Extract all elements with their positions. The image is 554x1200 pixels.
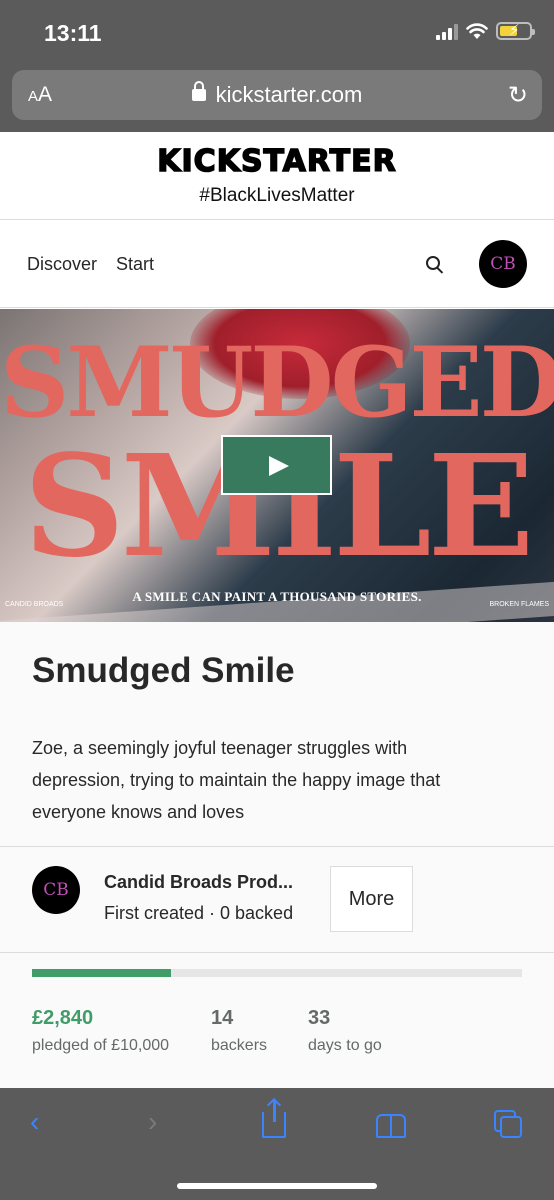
charging-bolt-icon: ⚡ — [509, 22, 520, 39]
hero-tagline: A SMILE CAN PAINT A THOUSAND STORIES. — [132, 589, 422, 604]
url-text: kickstarter.com — [215, 82, 363, 107]
pledged-label: pledged of £10,000 — [32, 1037, 170, 1054]
days-to-go-label: days to go — [308, 1037, 382, 1054]
project-title: Smudged Smile — [32, 651, 295, 690]
web-page: KICKSTARTER #BlackLivesMatter Discover S… — [0, 132, 554, 1088]
project-video-thumbnail[interactable]: SMUDGED SMILE A SMILE CAN PAINT A THOUSA… — [0, 309, 554, 622]
address-bar[interactable]: AA kickstarter.com ↻ — [12, 70, 542, 120]
battery-charging-icon: ⚡ — [496, 22, 535, 40]
nav-discover[interactable]: Discover — [27, 254, 97, 275]
project-description: Zoe, a seemingly joyful teenager struggl… — [32, 738, 441, 822]
hero-title-line-1: SMUDGED — [0, 326, 554, 439]
back-icon[interactable]: ‹ — [30, 1106, 39, 1138]
more-button[interactable]: More — [330, 866, 413, 932]
divider — [0, 952, 554, 953]
bookmarks-icon[interactable] — [376, 1114, 408, 1138]
backers-label: backers — [211, 1037, 268, 1054]
lock-icon — [191, 81, 206, 101]
share-icon[interactable] — [262, 1100, 286, 1138]
pledged-amount: £2,840 — [32, 1007, 94, 1029]
broken-flames-logo: BROKEN FLAMES — [489, 601, 549, 608]
kickstarter-logo[interactable]: KICKSTARTER — [0, 132, 554, 180]
status-bar: 13:11 ⚡ — [0, 0, 554, 62]
user-avatar-initials: CB — [490, 254, 516, 274]
wifi-icon — [466, 22, 488, 39]
status-icons: ⚡ — [436, 22, 535, 40]
funding-progress-bar — [32, 969, 522, 977]
nav-start[interactable]: Start — [116, 254, 154, 275]
site-nav: Discover Start CB — [0, 220, 554, 308]
search-icon[interactable] — [426, 256, 440, 270]
creator-avatar-initials: CB — [43, 880, 69, 900]
forward-icon[interactable]: › — [148, 1106, 157, 1138]
creator-meta: First created · 0 backed — [104, 903, 294, 923]
funding-progress-fill — [32, 969, 172, 977]
header-tagline[interactable]: #BlackLivesMatter — [0, 185, 554, 207]
reload-icon[interactable]: ↻ — [508, 81, 528, 110]
site-header: KICKSTARTER #BlackLivesMatter — [0, 132, 554, 220]
days-to-go-count: 33 — [308, 1007, 331, 1029]
url-display[interactable]: kickstarter.com — [12, 81, 542, 108]
creator-avatar[interactable]: CB — [32, 866, 80, 914]
candid-broads-logo: CANDID BROADS — [5, 601, 64, 608]
home-indicator — [177, 1183, 377, 1189]
user-avatar[interactable]: CB — [479, 240, 527, 288]
tabs-icon[interactable] — [494, 1110, 524, 1140]
divider — [0, 846, 554, 847]
creator-name[interactable]: Candid Broads Prod... — [104, 872, 293, 893]
play-button[interactable] — [221, 435, 332, 495]
cellular-signal-icon — [436, 23, 458, 40]
status-time: 13:11 — [44, 20, 102, 46]
backers-count: 14 — [211, 1007, 234, 1029]
